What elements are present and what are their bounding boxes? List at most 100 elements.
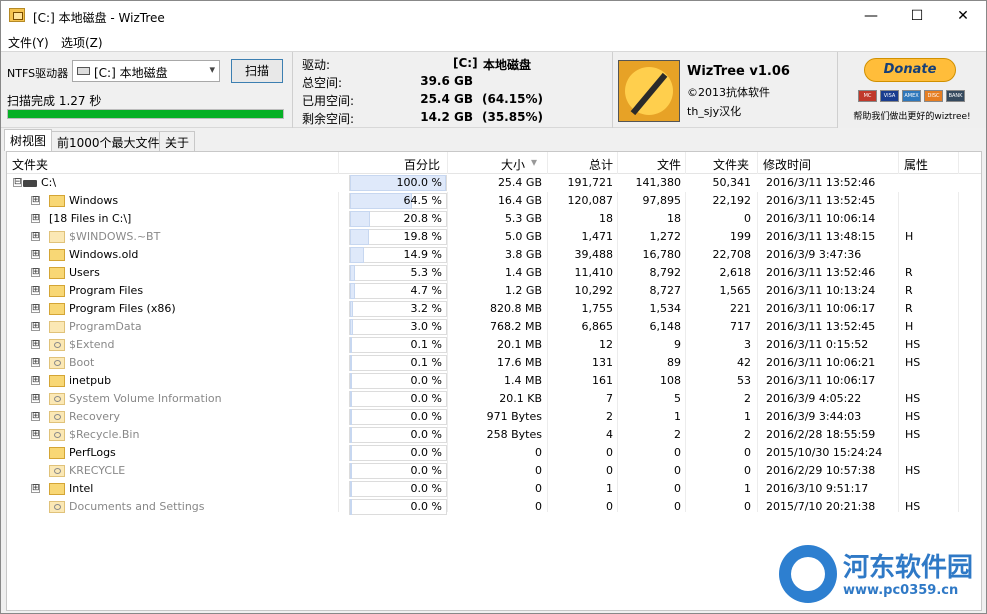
donate-button[interactable]: Donate [864,58,956,82]
drive-icon [23,180,37,187]
row-total: 0 [606,500,613,513]
expand-toggle-icon[interactable]: ⊞ [31,484,40,493]
row-modified: 2016/3/11 13:52:46 [766,266,876,279]
menu-file[interactable]: 文件(Y) [8,34,49,51]
row-size: 0 [535,446,542,459]
tree-row[interactable]: ⊞ $Extend 0.1 % 20.1 MB 12 9 3 2016/3/11 0:15:5… [7,336,981,354]
used-space-label: 已用空间: [302,94,355,108]
tree-row[interactable]: ⊞ $WINDOWS.~BT 19.8 % 5.0 GB 1,471 1,272 199 20… [7,228,981,246]
row-name: $Recycle.Bin [69,428,140,441]
row-total: 39,488 [574,248,614,261]
expand-toggle-icon[interactable]: ⊞ [31,232,40,241]
tree-row[interactable]: ⊞ inetpub 0.0 % 1.4 MB 161 108 53 2016/3/11 10:… [7,372,981,390]
tree-row[interactable]: ⊞ Windows.old 14.9 % 3.8 GB 39,488 16,780 22,7… [7,246,981,264]
column-attributes[interactable]: 属性 [904,156,928,173]
expand-toggle-icon[interactable]: ⊞ [31,268,40,277]
expand-toggle-icon[interactable]: ⊞ [31,412,40,421]
tree-row[interactable]: ⊞ [18 Files in C:\] 20.8 % 5.3 GB 18 18 0 2016/… [7,210,981,228]
discover-icon: DISC [924,90,943,102]
row-modified: 2016/3/9 3:44:03 [766,410,862,423]
collapse-toggle-icon[interactable]: ⊟ [13,178,22,187]
tree-row[interactable]: ⊞ System Volume Information 0.0 % 20.1 KB 7 5… [7,390,981,408]
expand-toggle-icon[interactable]: ⊞ [31,430,40,439]
row-total: 131 [592,356,613,369]
tab-about[interactable]: 关于 [159,131,196,151]
drive-select[interactable]: [C:] 本地磁盘 ▾ [72,60,220,82]
row-folders: 1 [744,410,751,423]
row-total: 0 [606,464,613,477]
tree-row[interactable]: ⊟ C:\ 100.0 % 25.4 GB 191,721 141,380 50,341 20… [7,174,981,192]
tree-row[interactable]: ⊞ $Recycle.Bin 0.0 % 258 Bytes 4 2 2 2016/2/28 … [7,426,981,444]
column-files[interactable]: 文件 [619,156,681,173]
row-modified: 2016/3/9 4:05:22 [766,392,862,405]
row-folders: 717 [730,320,751,333]
row-percent: 0.0 % [410,500,442,513]
column-modified[interactable]: 修改时间 [763,156,811,173]
tab-bar: 树视图 前1000个最大文件 关于 [1,129,986,151]
expand-toggle-icon[interactable]: ⊞ [31,214,40,223]
expand-toggle-icon[interactable]: ⊞ [31,394,40,403]
tree-row[interactable]: ⊞ Windows 64.5 % 16.4 GB 120,087 97,895 22,192… [7,192,981,210]
column-folder[interactable]: 文件夹 [12,156,48,173]
expand-toggle-icon[interactable]: ⊞ [31,358,40,367]
row-size: 768.2 MB [489,320,542,333]
column-folders[interactable]: 文件夹 [687,156,749,173]
tree-row[interactable]: ⊞ Users 5.3 % 1.4 GB 11,410 8,792 2,618 2016/3/… [7,264,981,282]
bank-icon: BANK [946,90,965,102]
row-total: 1 [606,482,613,495]
tree-row[interactable]: ⊞ Intel 0.0 % 0 1 0 1 2016/3/10 9:51:17 [7,480,981,498]
menu-bar: 文件(Y) 选项(Z) [1,31,986,51]
tree-row[interactable]: PerfLogs 0.0 % 0 0 0 0 2015/10/30 15:24:24 [7,444,981,462]
watermark: 河东软件园 www.pc0359.cn [779,541,984,611]
row-folders: 22,192 [712,194,752,207]
expand-toggle-icon[interactable]: ⊞ [31,286,40,295]
row-percent: 100.0 % [396,176,442,189]
row-attributes: R [905,284,913,297]
row-files: 5 [674,392,681,405]
tab-top-1000-files[interactable]: 前1000个最大文件 [51,131,166,151]
row-percent: 0.0 % [410,428,442,441]
row-name: Recovery [69,410,121,423]
tree-row[interactable]: Documents and Settings 0.0 % 0 0 0 0 2015/7/10… [7,498,981,516]
folder-icon [49,267,65,279]
column-percent[interactable]: 百分比 [347,156,440,173]
tree-row[interactable]: KRECYCLE 0.0 % 0 0 0 0 2016/2/29 10:57:38 HS [7,462,981,480]
column-total[interactable]: 总计 [547,156,613,173]
row-files: 0 [674,446,681,459]
gear-icon [54,396,61,402]
expand-toggle-icon[interactable]: ⊞ [31,250,40,259]
tree-row[interactable]: ⊞ Program Files 4.7 % 1.2 GB 10,292 8,727 1,56… [7,282,981,300]
row-attributes: HS [905,428,921,441]
column-size[interactable]: 大小 [449,156,525,173]
row-total: 4 [606,428,613,441]
expand-toggle-icon[interactable]: ⊞ [31,322,40,331]
scan-button[interactable]: 扫描 [231,59,283,83]
row-name: ProgramData [69,320,142,333]
tree-row[interactable]: ⊞ Boot 0.1 % 17.6 MB 131 89 42 2016/3/11 10:06:… [7,354,981,372]
maximize-button[interactable]: ☐ [894,1,940,31]
row-folders: 0 [744,446,751,459]
tree-row[interactable]: ⊞ Program Files (x86) 3.2 % 820.8 MB 1,755 1,… [7,300,981,318]
expand-toggle-icon[interactable]: ⊞ [31,304,40,313]
row-size: 25.4 GB [497,176,542,189]
row-percent: 4.7 % [410,284,442,297]
tree-row[interactable]: ⊞ ProgramData 3.0 % 768.2 MB 6,865 6,148 717 20… [7,318,981,336]
close-button[interactable]: ✕ [940,1,986,31]
drive-name: 本地磁盘 [483,58,532,72]
folder-icon [49,483,65,495]
row-total: 0 [606,446,613,459]
folder-icon [49,231,65,243]
row-total: 12 [599,338,613,351]
minimize-button[interactable]: — [848,1,894,31]
row-folders: 50,341 [712,176,752,189]
tree-row[interactable]: ⊞ Recovery 0.0 % 971 Bytes 2 1 1 2016/3/9 3:44:… [7,408,981,426]
free-space-value: 14.2 GB [420,110,473,124]
expand-toggle-icon[interactable]: ⊞ [31,196,40,205]
menu-options[interactable]: 选项(Z) [61,34,103,51]
expand-toggle-icon[interactable]: ⊞ [31,340,40,349]
row-size: 820.8 MB [489,302,542,315]
expand-toggle-icon[interactable]: ⊞ [31,376,40,385]
system-folder-icon [49,393,65,405]
row-modified: 2016/3/11 10:13:24 [766,284,876,297]
tab-tree-view[interactable]: 树视图 [4,129,53,151]
